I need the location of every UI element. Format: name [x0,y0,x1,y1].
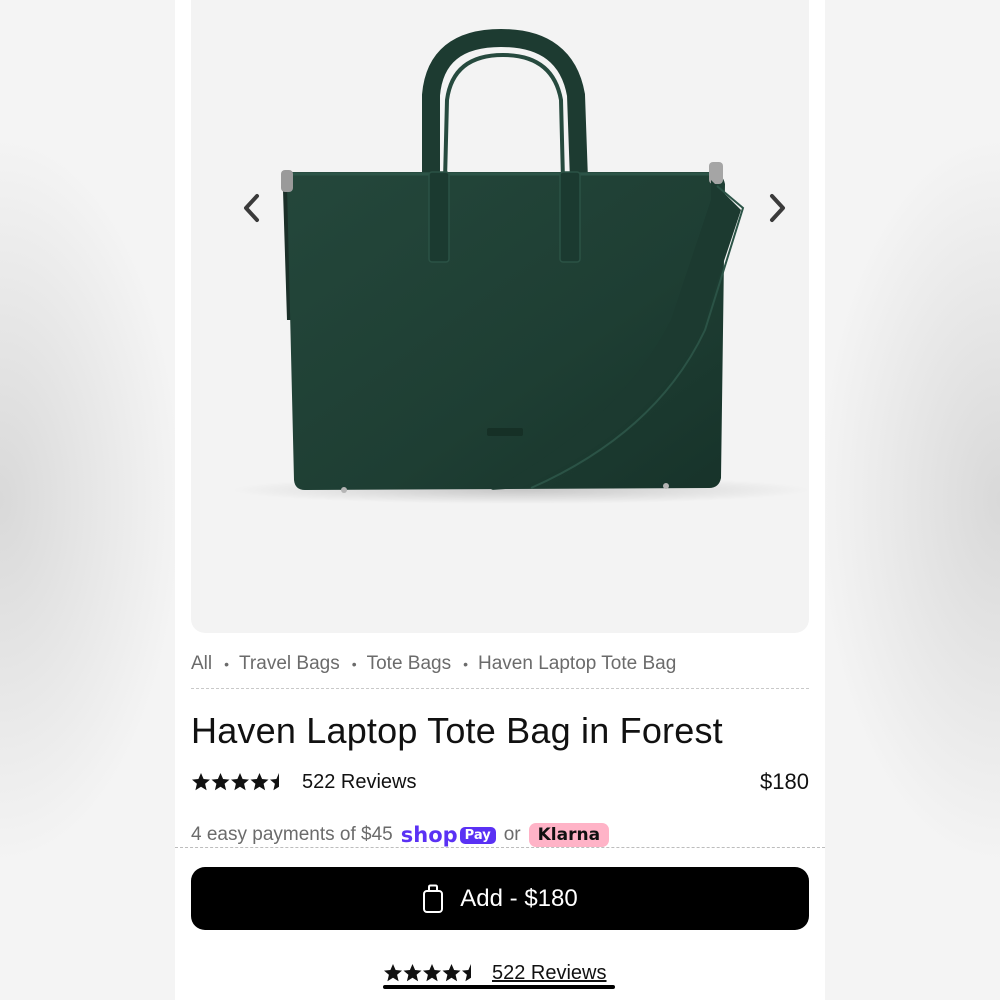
shop-pay-pill: Pay [459,826,496,844]
installments-banner: 4 easy payments of $45 shop Pay or Klarn… [191,822,809,848]
breadcrumb-item-current[interactable]: Haven Laptop Tote Bag [478,653,676,675]
rating-stars[interactable] [191,772,288,792]
shop-pay-wordmark: shop [400,823,458,847]
reviews-link[interactable]: 522 Reviews [302,771,417,794]
add-to-cart-label: Add - $180 [460,884,578,912]
shopping-bag-icon [422,884,444,914]
klarna-logo[interactable]: Klarna [528,823,610,847]
star-rating-icon [384,964,471,982]
chevron-right-icon [770,194,785,222]
breadcrumb-item-tote-bags[interactable]: Tote Bags [367,653,452,675]
gallery-prev-button[interactable] [231,188,271,228]
breadcrumb: All • Travel Bags • Tote Bags • Haven La… [191,648,809,689]
breadcrumb-item-all[interactable]: All [191,653,212,675]
product-title: Haven Laptop Tote Bag in Forest [191,710,723,751]
sticky-reviews-underline [383,985,615,989]
sticky-reviews-label: 522 Reviews [492,961,607,984]
product-page: All • Travel Bags • Tote Bags • Haven La… [175,0,825,1000]
gallery-next-button[interactable] [758,188,798,228]
section-divider [175,847,825,848]
or-text: or [503,824,521,845]
breadcrumb-separator: • [351,656,357,672]
installments-text: 4 easy payments of $45 [191,824,393,845]
shop-pay-logo[interactable]: shop Pay [401,823,496,847]
product-gallery[interactable] [191,0,809,633]
breadcrumb-item-travel-bags[interactable]: Travel Bags [239,653,340,675]
chevron-left-icon [244,194,259,222]
sticky-reviews-link[interactable]: 522 Reviews [383,958,607,988]
rating-row: 522 Reviews $180 [191,766,809,798]
product-price: $180 [760,769,809,794]
breadcrumb-separator: • [224,656,230,672]
breadcrumb-separator: • [463,656,469,672]
star-rating-icon [192,773,279,791]
add-to-cart-button[interactable]: Add - $180 [191,867,809,930]
product-image [231,28,809,504]
